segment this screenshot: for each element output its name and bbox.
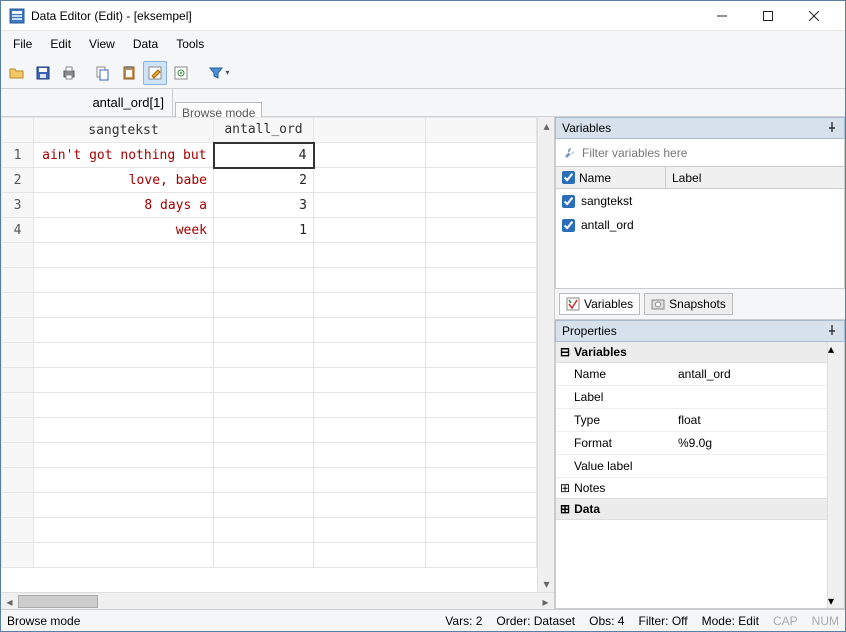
variables-panel-header: Variables bbox=[555, 117, 845, 139]
pin-icon[interactable] bbox=[826, 324, 840, 338]
maximize-button[interactable] bbox=[745, 1, 791, 31]
side-tabs: Variables Snapshots bbox=[555, 289, 845, 319]
section-variables[interactable]: ⊟Variables bbox=[556, 342, 827, 363]
data-row: 3 8 days a 3 bbox=[2, 193, 537, 218]
snapshots-tab-icon bbox=[651, 297, 665, 311]
header-rownum[interactable] bbox=[2, 118, 34, 143]
copy-icon[interactable] bbox=[91, 61, 115, 85]
filter-input[interactable] bbox=[582, 146, 838, 160]
variables-panel: Variables Name Label sangtekst antall_or… bbox=[555, 117, 845, 320]
scroll-up-icon[interactable]: ▴ bbox=[828, 342, 844, 356]
properties-title: Properties bbox=[562, 324, 617, 338]
toolbar: ▾ bbox=[1, 57, 845, 89]
prop-type[interactable]: Typefloat bbox=[556, 409, 827, 432]
scroll-left-icon[interactable]: ◂ bbox=[1, 593, 18, 609]
statusbar: Browse mode Vars: 2 Order: Dataset Obs: … bbox=[1, 609, 845, 631]
data-grid[interactable]: sangtekst antall_ord 1 ain't got nothing… bbox=[1, 117, 537, 592]
formula-bar: antall_ord[1] Browse mode bbox=[1, 89, 845, 117]
menu-tools[interactable]: Tools bbox=[168, 33, 212, 55]
scroll-down-icon[interactable]: ▾ bbox=[828, 594, 844, 608]
header-empty-2 bbox=[425, 118, 537, 143]
menu-view[interactable]: View bbox=[81, 33, 123, 55]
expand-icon[interactable]: ⊞ bbox=[560, 502, 570, 516]
menu-data[interactable]: Data bbox=[125, 33, 166, 55]
select-all-checkbox[interactable] bbox=[562, 171, 575, 184]
menubar: File Edit View Data Tools bbox=[1, 31, 845, 57]
titlebar: Data Editor (Edit) - [eksempel] bbox=[1, 1, 845, 31]
menu-edit[interactable]: Edit bbox=[42, 33, 79, 55]
properties-panel: Properties ⊟Variables Nameantall_ord Lab… bbox=[555, 320, 845, 609]
var-checkbox[interactable] bbox=[562, 195, 575, 208]
browse-mode-icon[interactable] bbox=[169, 61, 193, 85]
status-filter: Filter: Off bbox=[638, 614, 687, 628]
paste-icon[interactable] bbox=[117, 61, 141, 85]
collapse-icon[interactable]: ⊟ bbox=[560, 345, 570, 359]
print-icon[interactable] bbox=[57, 61, 81, 85]
variables-filter[interactable] bbox=[555, 139, 845, 167]
wrench-icon[interactable] bbox=[562, 146, 576, 160]
app-icon bbox=[9, 8, 25, 24]
properties-scrollbar[interactable]: ▴ ▾ bbox=[827, 342, 844, 608]
variable-row[interactable]: sangtekst bbox=[556, 189, 844, 213]
grid-horizontal-scrollbar[interactable]: ◂ ▸ bbox=[1, 592, 554, 609]
variable-row[interactable]: antall_ord bbox=[556, 213, 844, 237]
minimize-button[interactable] bbox=[699, 1, 745, 31]
prop-label[interactable]: Label bbox=[556, 386, 827, 409]
status-mode: Mode: Edit bbox=[702, 614, 759, 628]
cell-reference[interactable]: antall_ord[1] bbox=[1, 89, 173, 116]
scroll-right-icon[interactable]: ▸ bbox=[537, 593, 554, 609]
prop-value-label[interactable]: Value label bbox=[556, 455, 827, 478]
header-sangtekst[interactable]: sangtekst bbox=[34, 118, 214, 143]
pin-icon[interactable] bbox=[826, 121, 840, 135]
variables-list: sangtekst antall_ord bbox=[555, 189, 845, 289]
status-obs: Obs: 4 bbox=[589, 614, 624, 628]
expand-icon[interactable]: ⊞ bbox=[560, 481, 570, 495]
section-data[interactable]: ⊞Data bbox=[556, 499, 827, 520]
header-empty-1 bbox=[314, 118, 426, 143]
vars-col-name[interactable]: Name bbox=[556, 167, 666, 188]
scroll-down-icon[interactable]: ▾ bbox=[538, 575, 554, 592]
main-area: sangtekst antall_ord 1 ain't got nothing… bbox=[1, 117, 845, 609]
data-row: 2 love, babe 2 bbox=[2, 168, 537, 193]
tab-snapshots[interactable]: Snapshots bbox=[644, 293, 733, 315]
status-cap: CAP bbox=[773, 614, 798, 628]
data-row: 1 ain't got nothing but 4 bbox=[2, 143, 537, 168]
grid-vertical-scrollbar[interactable]: ▴ ▾ bbox=[537, 117, 554, 592]
grid-pane: sangtekst antall_ord 1 ain't got nothing… bbox=[1, 117, 555, 609]
header-antall-ord[interactable]: antall_ord bbox=[214, 118, 314, 143]
variables-tab-icon bbox=[566, 297, 580, 311]
selected-cell[interactable]: 4 bbox=[214, 143, 314, 168]
prop-name[interactable]: Nameantall_ord bbox=[556, 363, 827, 386]
prop-format[interactable]: Format%9.0g bbox=[556, 432, 827, 455]
window-title: Data Editor (Edit) - [eksempel] bbox=[31, 9, 699, 23]
properties-panel-header: Properties bbox=[555, 320, 845, 342]
properties-table: ⊟Variables Nameantall_ord Label Typefloa… bbox=[556, 342, 827, 608]
variables-columns-header: Name Label bbox=[555, 167, 845, 189]
data-row: 4 week 1 bbox=[2, 218, 537, 243]
open-icon[interactable] bbox=[5, 61, 29, 85]
tab-variables[interactable]: Variables bbox=[559, 293, 640, 315]
status-mode-left: Browse mode bbox=[7, 614, 80, 628]
var-checkbox[interactable] bbox=[562, 219, 575, 232]
vars-col-label[interactable]: Label bbox=[666, 171, 844, 185]
status-vars: Vars: 2 bbox=[445, 614, 482, 628]
section-notes[interactable]: ⊞Notes bbox=[556, 478, 827, 499]
status-order: Order: Dataset bbox=[496, 614, 575, 628]
close-button[interactable] bbox=[791, 1, 837, 31]
edit-mode-icon[interactable] bbox=[143, 61, 167, 85]
variables-title: Variables bbox=[562, 121, 611, 135]
side-pane: Variables Name Label sangtekst antall_or… bbox=[555, 117, 845, 609]
save-icon[interactable] bbox=[31, 61, 55, 85]
menu-file[interactable]: File bbox=[5, 33, 40, 55]
scroll-up-icon[interactable]: ▴ bbox=[538, 117, 554, 134]
filter-icon[interactable]: ▾ bbox=[203, 61, 235, 85]
status-num: NUM bbox=[812, 614, 839, 628]
